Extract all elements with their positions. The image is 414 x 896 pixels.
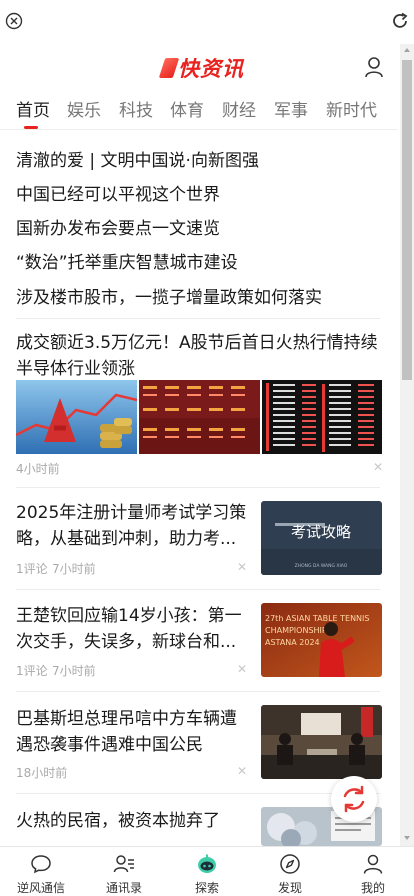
divider [16,691,380,692]
nav-item-explore[interactable]: 探索 [166,847,248,896]
divider [16,589,380,590]
article-comment-count: 1评论 [16,562,48,576]
divider [16,487,380,488]
nav-item-messages[interactable]: 逆风通信 [0,847,82,896]
feature-article-images[interactable] [16,380,382,454]
thumbnail-banner-text: ASTANA 2024 [265,638,320,647]
scrollbar-thumb[interactable] [402,60,412,380]
dismiss-icon[interactable]: ✕ [373,460,383,474]
dismiss-icon[interactable]: ✕ [237,662,247,676]
article-time: 18小时前 [16,766,68,780]
article-time: 7小时前 [52,664,96,678]
compass-icon [280,854,300,874]
chat-bubble-icon [31,855,51,874]
scroll-down-arrow-icon[interactable] [404,836,410,840]
profile-icon [363,854,383,874]
explore-robot-icon [198,854,216,873]
headline-link[interactable]: “数治”托举重庆智慧城市建设 [16,248,238,273]
article-title[interactable]: 火热的民宿，被资本抛弃了 [16,808,248,834]
feature-article-time: 4小时前 [16,462,60,476]
nav-label: 发现 [277,881,302,895]
category-tabs: 首页 娱乐 科技 体育 财经 军事 新时代 [0,92,398,130]
dismiss-icon[interactable]: ✕ [237,560,247,574]
nav-item-profile[interactable]: 我的 [332,847,414,896]
logo-text: 快资讯 [178,57,244,81]
dismiss-icon[interactable]: ✕ [237,764,247,778]
headline-link[interactable]: 中国已经可以平视这个世界 [16,180,220,205]
tab-entertainment[interactable]: 娱乐 [67,96,101,121]
brand-logo: 快资讯 [158,54,244,82]
article-thumbnail[interactable]: 27th ASIAN TABLE TENNIS CHAMPIONSHIPS AS… [261,603,382,677]
headline-link[interactable]: 国新办发布会要点一文速览 [16,214,220,239]
nav-label: 我的 [360,881,385,895]
scroll-up-arrow-icon[interactable] [404,48,410,52]
nav-label: 逆风通信 [16,881,65,895]
tab-home[interactable]: 首页 [16,96,50,121]
nav-label: 探索 [194,881,219,895]
thumbnail-subtext: ZHONG DA WANG XIAO [295,563,348,569]
article-thumbnail[interactable] [261,705,382,779]
app-header: 快资讯 [0,48,400,88]
tab-new-era[interactable]: 新时代 [326,96,377,121]
tab-sports[interactable]: 体育 [170,96,204,121]
article-title[interactable]: 2025年注册计量师考试学习策略，从基础到冲刺，助力考... [16,500,248,552]
refresh-icon[interactable] [390,11,410,31]
article-comment-count: 1评论 [16,664,48,678]
thumbnail-banner-text: CHAMPIONSHIPS [265,626,332,635]
user-icon[interactable] [364,56,384,78]
article-title[interactable]: 王楚钦回应输14岁小孩：第一次交手，失误多，新球台和... [16,603,248,655]
floating-refresh-button[interactable] [331,776,377,822]
nav-label: 通讯录 [105,881,142,895]
headline-link[interactable]: 涉及楼市股市，一揽子增量政策如何落实 [16,283,322,308]
nav-item-contacts[interactable]: 通讯录 [83,847,165,896]
feature-article-title[interactable]: 成交额近3.5万亿元！A股节后首日火热行情持续 半导体行业领涨 [16,330,380,382]
bottom-navigation: 逆风通信 通讯录 探索 发现 我的 [0,846,414,896]
article-thumbnail[interactable]: 考试攻略 ZHONG DA WANG XIAO [261,501,382,575]
tab-military[interactable]: 军事 [274,96,308,121]
headline-link[interactable]: 清澈的爱 | 文明中国说·向新图强 [16,146,259,171]
active-tab-indicator [24,126,38,129]
divider [16,318,380,319]
close-circle-icon[interactable] [5,12,23,30]
refresh-icon [343,785,365,813]
article-title[interactable]: 巴基斯坦总理吊唁中方车辆遭遇恐袭事件遇难中国公民 [16,706,248,758]
thumbnail-text: 考试攻略 [291,523,351,541]
logo-mark [158,58,180,78]
contacts-icon [113,855,134,873]
thumbnail-banner-text: 27th ASIAN TABLE TENNIS [265,614,369,623]
browser-bar [0,0,414,44]
article-time: 7小时前 [52,562,96,576]
tab-finance[interactable]: 财经 [222,96,256,121]
tab-tech[interactable]: 科技 [119,96,153,121]
divider [16,793,380,794]
nav-item-discover[interactable]: 发现 [249,847,331,896]
